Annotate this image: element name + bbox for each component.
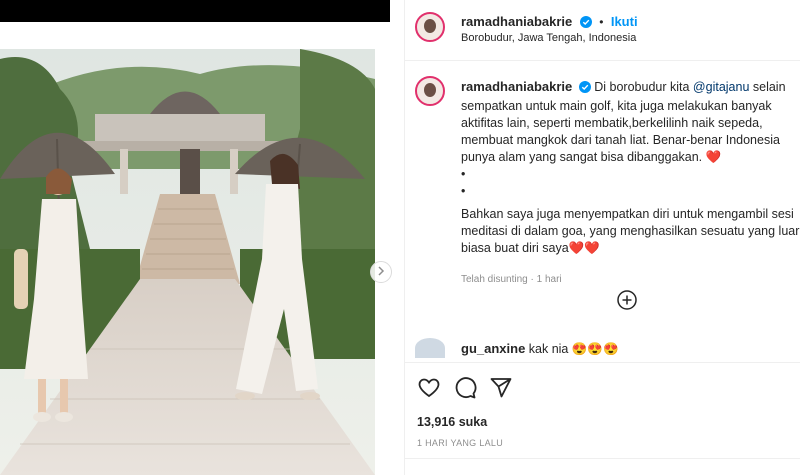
username-link[interactable]: ramadhaniabakrie bbox=[461, 14, 572, 29]
comment-row: gu_anxine kak nia 😍😍😍 bbox=[415, 338, 800, 358]
verified-icon bbox=[579, 15, 592, 33]
actions-divider bbox=[405, 362, 800, 363]
add-comment-icon[interactable] bbox=[617, 290, 637, 310]
share-icon[interactable] bbox=[489, 376, 513, 400]
comment-avatar[interactable] bbox=[415, 338, 445, 358]
post-header: ramadhaniabakrie • Ikuti Borobudur, Jawa… bbox=[405, 0, 800, 61]
top-black-bar bbox=[0, 0, 390, 22]
comment-icon[interactable] bbox=[453, 376, 477, 400]
post-time[interactable]: 1 HARI YANG LALU bbox=[417, 438, 503, 448]
bottom-divider bbox=[405, 458, 800, 459]
header-user-line: ramadhaniabakrie • Ikuti bbox=[461, 13, 638, 33]
comment-username[interactable]: gu_anxine bbox=[461, 341, 525, 356]
caption-text-1: Di borobudur kita bbox=[594, 80, 693, 94]
comment-text: kak nia 😍😍😍 bbox=[528, 342, 619, 356]
post-photo bbox=[0, 49, 375, 475]
likes-count[interactable]: 13,916 suka bbox=[417, 415, 487, 429]
avatar[interactable] bbox=[415, 12, 445, 42]
comment-content: gu_anxine kak nia 😍😍😍 bbox=[461, 341, 619, 357]
caption-avatar[interactable] bbox=[415, 76, 445, 106]
caption: ramadhaniabakrie Di borobudur kita @gita… bbox=[461, 78, 800, 288]
next-photo-button[interactable] bbox=[370, 261, 392, 283]
location-link[interactable]: Borobudur, Jawa Tengah, Indonesia bbox=[461, 32, 636, 44]
photo-area bbox=[0, 22, 404, 475]
caption-dot-2: • bbox=[461, 184, 466, 198]
caption-username[interactable]: ramadhaniabakrie bbox=[461, 79, 572, 94]
mention-link[interactable]: @gitajanu bbox=[693, 80, 749, 94]
dot-separator: • bbox=[599, 15, 604, 29]
caption-paragraph-2: Bahkan saya juga menyempatkan diri untuk… bbox=[461, 207, 800, 255]
follow-button[interactable]: Ikuti bbox=[611, 14, 638, 29]
edited-timestamp: Telah disunting · 1 hari bbox=[461, 274, 562, 285]
post-photo-illustration bbox=[0, 49, 375, 475]
post-details-panel: ramadhaniabakrie • Ikuti Borobudur, Jawa… bbox=[405, 0, 800, 475]
likes-label: 13,916 suka bbox=[417, 415, 488, 429]
caption-dot-1: • bbox=[461, 167, 466, 181]
heart-icon[interactable] bbox=[417, 376, 441, 400]
chevron-right-icon bbox=[376, 263, 386, 281]
verified-icon bbox=[578, 81, 591, 98]
